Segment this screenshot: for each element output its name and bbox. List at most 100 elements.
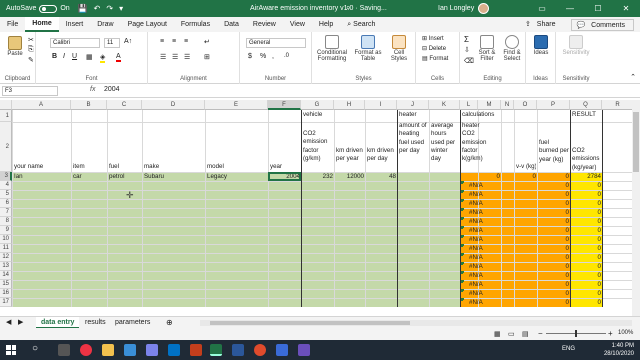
excel-icon[interactable] (210, 344, 222, 356)
add-sheet-icon[interactable]: ⊕ (166, 318, 173, 327)
zoom-slider[interactable] (546, 330, 606, 337)
windows-start-icon[interactable] (6, 345, 16, 355)
paste-button[interactable]: Paste (4, 36, 26, 57)
copy-icon[interactable]: ⎘ (28, 46, 34, 54)
cell-l13-error[interactable]: #N/A (469, 263, 495, 271)
column-header-d[interactable]: D (142, 100, 205, 110)
column-header-p[interactable]: P (537, 100, 570, 110)
column-header-g[interactable]: G (301, 100, 334, 110)
cell-q16[interactable]: 0 (572, 290, 601, 298)
font-name-field[interactable]: Calibri (50, 38, 100, 48)
zoom-out-icon[interactable]: − (538, 329, 543, 338)
wrap-text-icon[interactable]: ↵ (204, 38, 210, 46)
undo-icon[interactable]: ↶ (94, 4, 101, 13)
cell-p14[interactable]: 0 (539, 272, 569, 280)
zoom-app-icon[interactable] (276, 344, 288, 356)
row-header-11[interactable]: 11 (0, 244, 12, 253)
tab-view[interactable]: View (283, 17, 312, 32)
autosum-icon[interactable]: Σ (464, 35, 469, 44)
column-header-k[interactable]: K (429, 100, 460, 110)
row-header-2[interactable]: 2 (0, 122, 12, 172)
header-hours[interactable]: average hours used per winter day (431, 122, 459, 163)
column-header-r[interactable]: R (602, 100, 632, 110)
ideas-button[interactable]: Ideas (529, 35, 553, 56)
vertical-scrollbar[interactable] (632, 100, 640, 316)
prev-sheet-icon[interactable]: ◀ (6, 318, 11, 326)
row-header-5[interactable]: 5 (0, 190, 12, 199)
borders-icon[interactable]: ▦ (86, 53, 93, 61)
cell-l4-error[interactable]: #N/A (469, 182, 495, 190)
cell-c3[interactable]: petrol (109, 173, 141, 181)
align-middle-icon[interactable]: ≡ (172, 38, 176, 45)
row-header-15[interactable]: 15 (0, 280, 12, 289)
tab-help[interactable]: Help (312, 17, 340, 32)
cell-l10-error[interactable]: #N/A (469, 236, 495, 244)
comma-icon[interactable]: , (272, 53, 274, 60)
redo-icon[interactable]: ↷ (106, 4, 113, 13)
cell-p3[interactable]: 0 (539, 173, 569, 181)
autosave-toggle[interactable]: AutoSave On (6, 4, 70, 13)
tab-draw[interactable]: Draw (90, 17, 120, 32)
column-header-b[interactable]: B (71, 100, 107, 110)
cell-p17[interactable]: 0 (539, 299, 569, 307)
worksheet-grid[interactable]: ABCDEFGHIJKLMNOPQRS123456789101112131415… (0, 100, 632, 316)
header-calculations[interactable]: calculations (462, 111, 510, 119)
cell-o3[interactable]: 0 (516, 173, 536, 181)
column-header-l[interactable]: L (460, 100, 478, 110)
cell-g3[interactable]: 232 (303, 173, 333, 181)
select-all-corner[interactable] (0, 100, 12, 110)
cell-p8[interactable]: 0 (539, 218, 569, 226)
row-header-8[interactable]: 8 (0, 217, 12, 226)
cell-e3[interactable]: Legacy (207, 173, 267, 181)
row-header-1[interactable]: 1 (0, 110, 12, 122)
cell-p4[interactable]: 0 (539, 182, 569, 190)
tab-insert[interactable]: Insert (59, 17, 91, 32)
cell-h3[interactable]: 12000 (336, 173, 364, 181)
font-size-field[interactable]: 11 (104, 38, 120, 48)
horizontal-scroll-thumb[interactable] (210, 321, 410, 325)
find-select-button[interactable]: Find & Select (500, 35, 524, 62)
outlook-icon[interactable] (168, 344, 180, 356)
cell-l8-error[interactable]: #N/A (469, 218, 495, 226)
conditional-formatting-button[interactable]: Conditional Formatting (314, 35, 350, 62)
sensitivity-button[interactable]: Sensitivity (558, 35, 594, 56)
column-header-o[interactable]: O (514, 100, 537, 110)
row-header-17[interactable]: 17 (0, 298, 12, 307)
normal-view-icon[interactable]: ▦ (494, 330, 501, 338)
italic-icon[interactable]: I (63, 53, 65, 60)
cell-l12-error[interactable]: #N/A (469, 254, 495, 262)
cell-l9-error[interactable]: #N/A (469, 227, 495, 235)
column-header-j[interactable]: J (397, 100, 429, 110)
row-header-7[interactable]: 7 (0, 208, 12, 217)
cell-l5-error[interactable]: #N/A (469, 191, 495, 199)
currency-icon[interactable]: $ (248, 53, 252, 60)
cell-p7[interactable]: 0 (539, 209, 569, 217)
search-icon[interactable]: ⌕ (346, 3, 366, 14)
cell-i3[interactable]: 48 (367, 173, 396, 181)
header-heater[interactable]: heater (399, 111, 428, 119)
column-header-m[interactable]: M (478, 100, 501, 110)
selected-cell[interactable] (268, 172, 301, 181)
name-box[interactable]: F3 (2, 86, 58, 96)
bold-icon[interactable]: B (52, 53, 57, 60)
header-fuel-burned[interactable]: fuel burned per year (kg) (539, 139, 569, 164)
page-break-view-icon[interactable]: ▤ (522, 330, 529, 338)
align-left-icon[interactable]: ☰ (160, 53, 166, 61)
cell-q12[interactable]: 0 (572, 254, 601, 262)
cell-l11-error[interactable]: #N/A (469, 245, 495, 253)
task-view-icon[interactable] (58, 344, 70, 356)
close-icon[interactable]: ✕ (612, 0, 640, 17)
minimize-icon[interactable]: — (556, 0, 584, 17)
cell-l16-error[interactable]: #N/A (469, 290, 495, 298)
ribbon-display-icon[interactable]: ▭ (528, 0, 556, 17)
tab-review[interactable]: Review (246, 17, 283, 32)
header-make[interactable]: make (144, 163, 204, 171)
cell-p16[interactable]: 0 (539, 290, 569, 298)
zoom-level[interactable]: 100% (618, 330, 633, 336)
cell-p11[interactable]: 0 (539, 245, 569, 253)
header-your-name[interactable]: your name (14, 163, 70, 171)
row-header-10[interactable]: 10 (0, 235, 12, 244)
header-fuel[interactable]: fuel (109, 163, 141, 171)
customize-icon[interactable]: ▾ (119, 4, 123, 13)
column-header-c[interactable]: C (107, 100, 142, 110)
